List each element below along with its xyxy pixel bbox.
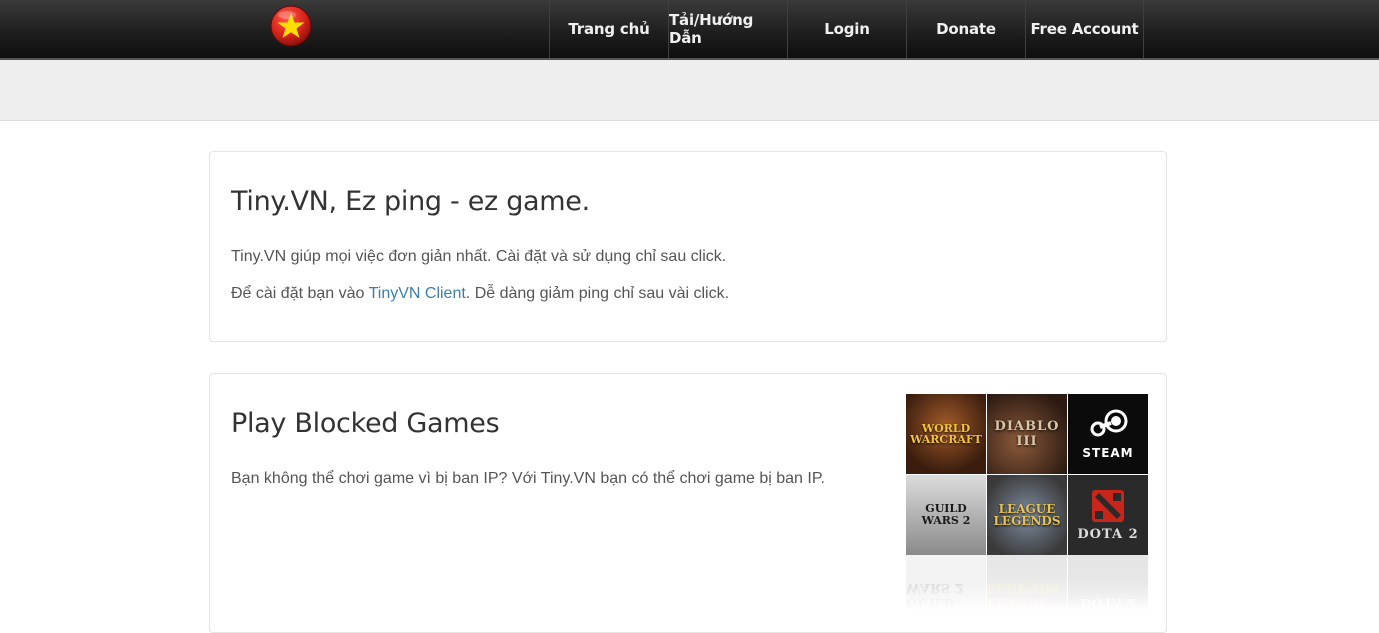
intro-panel: Tiny.VN, Ez ping - ez game. Tiny.VN giúp… — [209, 151, 1167, 342]
nav-login[interactable]: Login — [787, 0, 906, 58]
league-of-legends-icon: LEAGUE LEGENDS — [987, 475, 1067, 555]
intro-line-2-suffix: . Dễ dàng giảm ping chỉ sau vài click. — [465, 285, 730, 302]
game-logo-grid: WORLD WARCRAFT DIABLO III STEAM GUILD WA… — [906, 394, 1149, 614]
header-banner — [0, 60, 1379, 121]
guild-wars-reflection: GUILD WARS 2 — [906, 555, 986, 610]
intro-heading: Tiny.VN, Ez ping - ez game. — [231, 186, 590, 217]
intro-line-2-prefix: Để cài đặt bạn vào — [231, 285, 369, 302]
reflection-text: LEAGUE LEGENDS — [987, 580, 1060, 610]
guild-wars-icon: GUILD WARS 2 — [906, 475, 986, 555]
world-of-warcraft-icon: WORLD WARCRAFT — [906, 394, 986, 474]
tinyvn-client-link[interactable]: TinyVN Client — [369, 285, 466, 302]
nav-download-guide[interactable]: Tải/Hướng Dẫn — [668, 0, 787, 58]
blocked-games-panel: Play Blocked Games Bạn không thể chơi ga… — [209, 373, 1167, 633]
league-of-legends-reflection: LEAGUE LEGENDS — [987, 555, 1067, 610]
game-name-guild-wars: GUILD WARS 2 — [921, 502, 971, 527]
dota-reflection: DOTA 2 — [1068, 555, 1148, 610]
nav-donate[interactable]: Donate — [906, 0, 1025, 58]
blocked-games-text: Bạn không thể chơi game vì bị ban IP? Vớ… — [231, 470, 825, 487]
dota-logo-icon — [1092, 489, 1124, 522]
top-navbar: Trang chủ Tải/Hướng Dẫn Login Donate Fre… — [0, 0, 1379, 60]
vietnam-flag-star-icon[interactable] — [269, 4, 313, 48]
intro-line-1: Tiny.VN giúp mọi việc đơn giản nhất. Cài… — [231, 248, 727, 265]
nav-free-account[interactable]: Free Account — [1025, 0, 1144, 58]
dota-icon: DOTA 2 — [1068, 475, 1148, 555]
game-name-wow: WORLD WARCRAFT — [910, 422, 982, 446]
game-name-diablo: DIABLO III — [994, 419, 1060, 449]
intro-line-2: Để cài đặt bạn vào TinyVN Client. Dễ dàn… — [231, 285, 729, 303]
reflection-text: GUILD WARS 2 — [906, 580, 964, 610]
game-name-dota: DOTA 2 — [1077, 526, 1139, 542]
main-nav: Trang chủ Tải/Hướng Dẫn Login Donate Fre… — [549, 0, 1144, 58]
nav-home[interactable]: Trang chủ — [549, 0, 668, 58]
diablo-icon: DIABLO III — [987, 394, 1067, 474]
game-name-lol: LEAGUE LEGENDS — [993, 502, 1061, 528]
steam-logo-icon — [1090, 409, 1128, 437]
steam-icon: STEAM — [1068, 394, 1148, 474]
blocked-games-heading: Play Blocked Games — [231, 408, 500, 439]
game-name-steam: STEAM — [1082, 446, 1134, 460]
reflection-text: DOTA 2 — [1080, 595, 1136, 610]
